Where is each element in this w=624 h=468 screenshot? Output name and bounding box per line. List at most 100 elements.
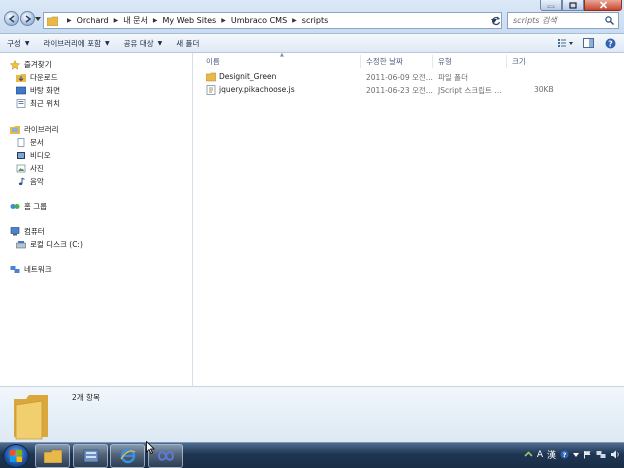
file-date: 2011-06-09 오전... [366,73,433,82]
music-icon [16,177,26,186]
nav-label: 로컬 디스크 (C:) [30,240,83,249]
breadcrumb-scripts[interactable]: scripts [302,16,328,25]
column-header-date[interactable]: 수정한 날짜 [366,56,403,67]
forward-arrow-icon [25,14,31,23]
close-button[interactable] [584,0,622,11]
nav-label: 다운로드 [30,73,58,82]
nav-label: 라이브러리 [24,125,59,134]
windows-logo-icon [10,450,22,462]
breadcrumb-my-web-sites[interactable]: My Web Sites ▶ [163,16,231,25]
recent-pages-dropdown-icon[interactable] [35,16,41,22]
ime-mode-indicator[interactable]: 漢 [547,448,556,461]
nav-label: 홈 그룹 [24,202,48,211]
breadcrumb-separator[interactable]: ▶ [153,17,158,24]
breadcrumb-separator[interactable]: ▶ [221,17,226,24]
search-icon[interactable] [605,16,614,25]
maximize-button[interactable] [562,0,584,11]
forward-button[interactable] [20,11,35,26]
folder-icon [14,395,48,440]
search-input[interactable] [513,16,601,25]
help-icon: ? [605,38,615,48]
mouse-pointer-icon [146,441,155,454]
nav-label: 비디오 [30,151,51,160]
folder-icon [43,449,62,463]
nav-label: 음악 [30,177,44,186]
search-box[interactable] [507,12,619,29]
ime-options-icon[interactable] [573,452,579,458]
breadcrumb-separator[interactable]: ▶ [114,17,119,24]
nav-homegroup[interactable]: 홈 그룹 [10,201,47,212]
nav-desktop[interactable]: 바탕 화면 [16,85,60,96]
file-name: Designit_Green [219,72,277,81]
input-language-indicator[interactable]: A [537,450,543,460]
system-tray: A 漢 ? [520,448,620,461]
preview-pane-icon [582,38,594,48]
address-bar[interactable]: ▶ Orchard ▶ 내 문서 ▶ My Web Sites ▶ Umbraco C… [43,12,502,29]
downloads-icon [16,73,26,82]
column-divider[interactable] [432,55,433,68]
item-count: 2개 항목 [72,393,100,402]
new-folder-button[interactable]: 새 폴더 [169,34,206,53]
computer-icon [10,227,20,236]
show-hidden-icons-icon[interactable] [524,450,533,459]
nav-label: 최근 위치 [30,99,60,108]
volume-icon[interactable] [610,450,620,459]
help-button[interactable]: ? [602,36,618,50]
breadcrumb-orchard[interactable]: Orchard ▶ [77,16,124,25]
nav-computer[interactable]: 컴퓨터 [10,226,45,237]
include-in-library-label: 라이브러리에 포함 [43,38,102,48]
details-pane: 2개 항목 [0,386,624,442]
minimize-button[interactable] [540,0,562,11]
action-center-flag-icon[interactable] [583,450,592,459]
breadcrumb-separator[interactable]: ▶ [292,17,297,24]
file-row[interactable]: jquery.pikachoose.js 2011-06-23 오전... JS… [204,84,564,96]
share-with-button[interactable]: 공유 대상 ▼ [117,34,170,53]
taskbar-internet-explorer-button[interactable] [110,444,145,468]
visual-studio-icon [157,451,174,461]
folder-icon [206,72,216,82]
nav-music[interactable]: 음악 [16,176,44,187]
start-button[interactable] [3,444,29,468]
file-row[interactable]: Designit_Green 2011-06-09 오전... 파일 폴더 [204,71,564,83]
column-header-type[interactable]: 유형 [438,56,452,67]
taskbar-app-button[interactable] [73,444,108,468]
nav-libraries[interactable]: 라이브러리 [10,124,59,135]
file-type: 파일 폴더 [438,73,468,82]
include-in-library-button[interactable]: 라이브러리에 포함 ▼ [36,34,116,53]
nav-label: 컴퓨터 [24,227,45,236]
refresh-button[interactable] [489,13,503,28]
breadcrumb-my-documents[interactable]: 내 문서 ▶ [123,15,162,26]
nav-label: 사진 [30,164,44,173]
file-name: jquery.pikachoose.js [219,85,295,94]
breadcrumb-label: Orchard [76,16,109,25]
nav-local-disk[interactable]: 로컬 디스크 (C:) [16,239,83,250]
nav-downloads[interactable]: 다운로드 [16,72,58,83]
change-view-button[interactable] [558,36,574,50]
breadcrumb-label: 내 문서 [123,16,148,25]
ime-help-icon[interactable]: ? [560,450,569,459]
taskbar: A 漢 ? [0,442,624,468]
column-header-size[interactable]: 크기 [512,56,526,67]
preview-pane-button[interactable] [580,36,596,50]
file-type: JScript 스크립트 ... [438,86,502,95]
command-bar: 구성 ▼ 라이브러리에 포함 ▼ 공유 대상 ▼ 새 폴더 ? [0,34,624,53]
nav-favorites[interactable]: 즐겨찾기 [10,59,52,70]
column-divider[interactable] [506,55,507,68]
nav-videos[interactable]: 비디오 [16,150,51,161]
column-header-name[interactable]: 이름 [206,56,220,67]
nav-pictures[interactable]: 사진 [16,163,44,174]
homegroup-icon [10,202,20,211]
documents-icon [16,138,26,147]
organize-button[interactable]: 구성 ▼ [0,34,36,53]
nav-network[interactable]: 네트워크 [10,264,52,275]
nav-label: 문서 [30,138,44,147]
new-folder-label: 새 폴더 [176,38,200,48]
column-divider[interactable] [360,55,361,68]
nav-documents[interactable]: 문서 [16,137,44,148]
network-status-icon[interactable] [596,450,606,459]
taskbar-explorer-button[interactable] [35,444,70,468]
back-button[interactable] [4,11,19,26]
close-icon [599,1,607,9]
nav-recent-places[interactable]: 최근 위치 [16,98,60,109]
breadcrumb-umbraco-cms[interactable]: Umbraco CMS ▶ [231,16,302,25]
